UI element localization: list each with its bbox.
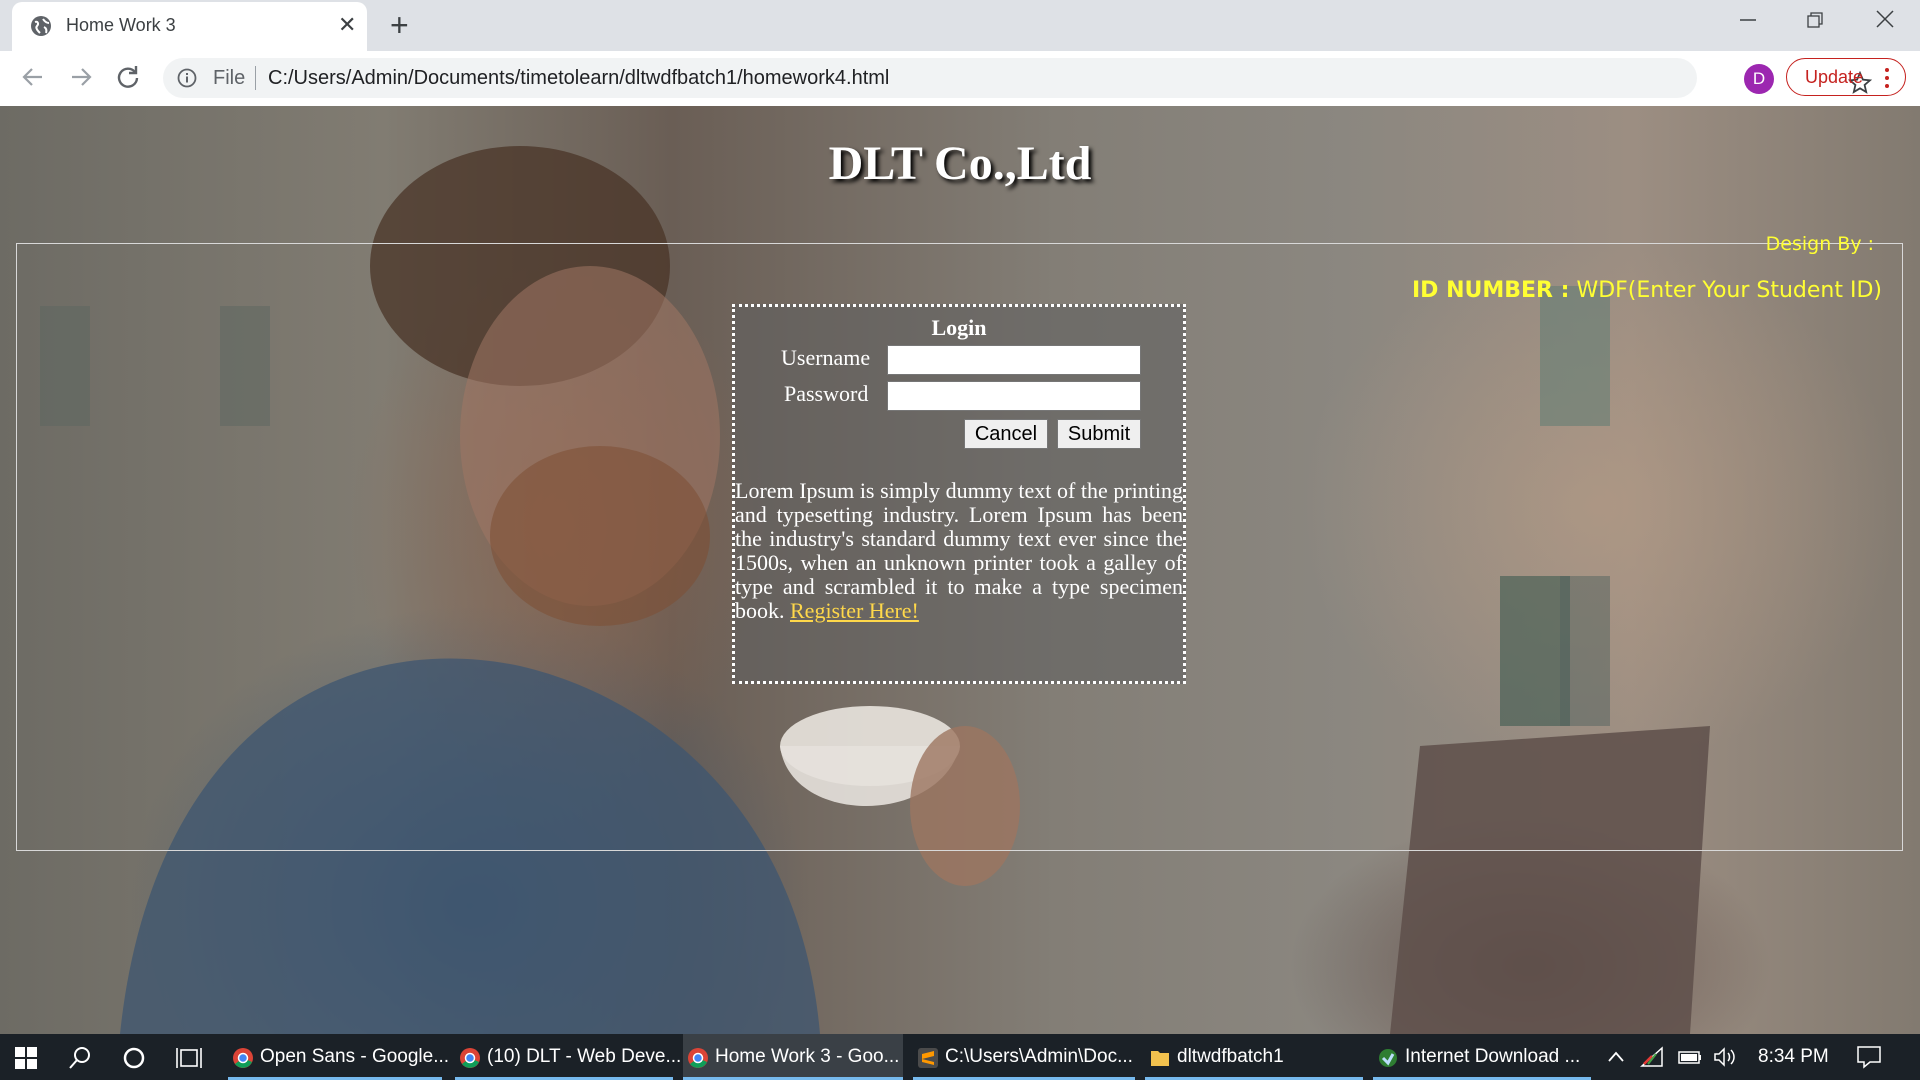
taskbar-app-label: Home Work 3 - Goo... — [715, 1046, 900, 1067]
chrome-icon — [233, 1048, 253, 1068]
show-hidden-icons-chevron-icon[interactable] — [1606, 1048, 1626, 1066]
profile-avatar[interactable]: D — [1744, 64, 1774, 94]
globe-icon — [31, 16, 51, 36]
taskbar-app-label: Internet Download ... — [1405, 1046, 1581, 1067]
taskbar-app-label: (10) DLT - Web Deve... — [487, 1046, 682, 1067]
volume-icon[interactable] — [1712, 1046, 1738, 1068]
tab-title: Home Work 3 — [66, 15, 176, 35]
taskbar-app-folder[interactable]: dltwdfbatch1 — [1145, 1034, 1363, 1080]
id-number-value: WDF(Enter Your Student ID) — [1576, 278, 1882, 303]
windows-start-icon[interactable] — [15, 1047, 37, 1069]
reload-icon[interactable] — [115, 64, 141, 90]
update-label: Update — [1805, 67, 1864, 87]
new-tab-icon[interactable]: + — [390, 8, 409, 42]
update-button[interactable]: Update — [1786, 58, 1906, 96]
folder-icon — [1151, 1051, 1169, 1066]
chrome-icon — [460, 1048, 480, 1068]
taskbar-app-idm[interactable]: Internet Download ... — [1373, 1034, 1591, 1080]
network-icon[interactable] — [1640, 1046, 1664, 1068]
cortana-icon[interactable] — [122, 1046, 146, 1070]
cancel-button[interactable]: Cancel — [964, 419, 1048, 449]
browser-toolbar: File C:/Users/Admin/Documents/timetolear… — [0, 51, 1920, 107]
student-id-line: ID NUMBER : WDF(Enter Your Student ID) — [1412, 278, 1882, 303]
task-view-icon[interactable] — [176, 1046, 202, 1070]
submit-button[interactable]: Submit — [1057, 419, 1141, 449]
taskbar-app-label: dltwdfbatch1 — [1177, 1046, 1284, 1067]
restore-icon[interactable] — [1807, 12, 1823, 28]
taskbar-app-open-sans[interactable]: Open Sans - Google... — [228, 1034, 449, 1080]
taskbar-app-sublime[interactable]: C:\Users\Admin\Doc... — [913, 1034, 1135, 1080]
close-tab-icon[interactable]: ✕ — [338, 13, 356, 37]
taskbar-app-label: Open Sans - Google... — [260, 1046, 450, 1067]
info-icon[interactable] — [177, 68, 197, 88]
chrome-icon — [688, 1048, 708, 1068]
scheme-label: File — [213, 67, 246, 89]
url-text[interactable]: C:/Users/Admin/Documents/timetolearn/dlt… — [268, 67, 889, 90]
forward-arrow-icon[interactable] — [68, 64, 94, 90]
page-title: DLT Co.,Ltd — [828, 137, 1092, 190]
register-link[interactable]: Register Here! — [790, 598, 919, 623]
tab-home-work-3[interactable]: Home Work 3 ✕ — [12, 2, 367, 51]
page-viewport: DLT Co.,Ltd Design By : ID NUMBER : WDF(… — [0, 106, 1920, 1034]
username-label: Username — [781, 345, 871, 370]
idm-icon — [1379, 1049, 1397, 1067]
taskbar-app-dlt-web[interactable]: (10) DLT - Web Deve... — [455, 1034, 681, 1080]
address-separator — [255, 66, 256, 90]
lorem-paragraph: Lorem Ipsum is simply dummy text of the … — [735, 479, 1183, 623]
battery-icon[interactable] — [1676, 1047, 1702, 1067]
clock-time[interactable]: 8:34 PM — [1758, 1046, 1829, 1068]
window-close-icon[interactable] — [1874, 8, 1896, 30]
windows-taskbar: Open Sans - Google... (10) DLT - Web Dev… — [0, 1034, 1920, 1080]
tab-strip: Home Work 3 ✕ + — [0, 0, 1920, 51]
password-label: Password — [784, 381, 869, 406]
taskbar-app-label: C:\Users\Admin\Doc... — [945, 1046, 1133, 1067]
sublime-icon — [918, 1048, 938, 1068]
search-icon[interactable] — [68, 1046, 92, 1070]
design-by-legend: Design By : — [1765, 233, 1874, 255]
login-heading: Login — [931, 315, 987, 340]
more-menu-icon[interactable] — [1885, 67, 1889, 89]
login-form: Login Username Password Cancel Submit Lo… — [732, 304, 1186, 684]
username-input[interactable] — [887, 345, 1141, 375]
address-bar[interactable]: File C:/Users/Admin/Documents/timetolear… — [163, 58, 1872, 98]
back-arrow-icon[interactable] — [20, 64, 46, 90]
password-input[interactable] — [887, 381, 1141, 411]
id-number-label: ID NUMBER : — [1411, 278, 1570, 303]
minimize-icon[interactable] — [1738, 4, 1758, 34]
taskbar-app-home-work-3[interactable]: Home Work 3 - Goo... — [683, 1034, 903, 1080]
notification-center-icon[interactable] — [1856, 1045, 1882, 1069]
